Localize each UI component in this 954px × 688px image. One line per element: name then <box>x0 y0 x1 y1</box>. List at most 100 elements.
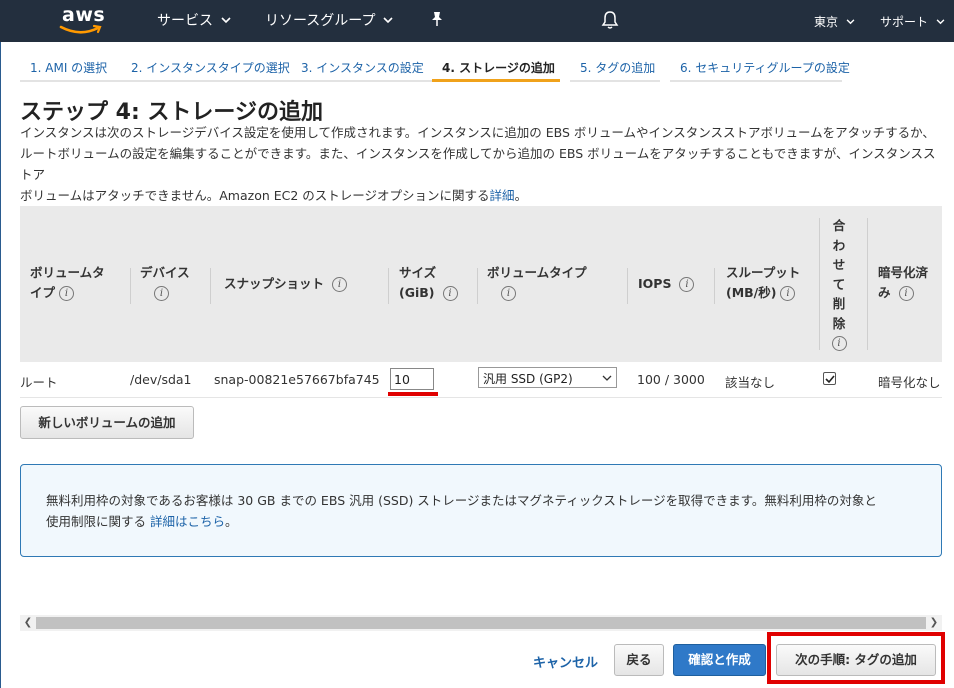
header-text: サイズ <box>399 265 437 280</box>
tab-choose-instance-type[interactable]: 2. インスタンスタイプの選択 <box>121 56 291 82</box>
chevron-down-icon <box>602 375 612 381</box>
header-text: み <box>878 285 891 300</box>
scrollbar-thumb[interactable] <box>36 617 926 629</box>
support-label: サポート <box>880 15 929 29</box>
chevron-down-icon <box>221 16 231 23</box>
info-icon[interactable]: i <box>154 286 169 301</box>
header-snapshot: スナップショット i <box>224 274 348 294</box>
volume-type-selected: 汎用 SSD (GP2) <box>483 372 573 386</box>
checkmark-icon <box>825 375 835 384</box>
region-label: 東京 <box>814 15 839 29</box>
header-text: スループット <box>726 265 801 280</box>
cell-volume-type: ルート <box>20 375 58 390</box>
info-icon[interactable]: i <box>780 286 796 301</box>
header-text: ボリュームタ <box>30 265 105 280</box>
aws-logo[interactable]: aws <box>58 4 108 38</box>
header-text: て <box>832 276 846 292</box>
cell-encryption: 暗号化なし <box>878 375 941 390</box>
size-highlight-underline <box>388 392 438 396</box>
storage-table: ボリュームタ イプ i デバイス i スナップショット i サイズ (GiB) i ボ… <box>20 206 942 398</box>
cancel-link[interactable]: キャンセル <box>533 652 598 671</box>
free-tier-info-text: 無料利用枠の対象であるお客様は 30 GB までの EBS 汎用 (SSD) ス… <box>46 490 926 532</box>
column-divider <box>130 268 131 304</box>
cell-iops: 100 / 3000 <box>637 372 705 387</box>
column-divider <box>477 268 478 304</box>
next-button-highlight-box <box>767 632 945 684</box>
bell-icon[interactable] <box>601 10 619 30</box>
services-label: サービス <box>157 13 213 29</box>
header-throughput: スループット (MB/秒) i <box>726 263 800 303</box>
column-divider <box>714 268 715 304</box>
services-menu[interactable]: サービス <box>157 10 231 30</box>
storage-options-link[interactable]: 詳細 <box>490 188 515 203</box>
description-end: 。 <box>514 188 528 203</box>
header-text: 削 <box>832 296 846 311</box>
top-navigation-bar: aws サービス リソースグループ 東京 サポート <box>0 0 954 42</box>
free-tier-info-box: 無料利用枠の対象であるお客様は 30 GB までの EBS 汎用 (SSD) ス… <box>20 464 942 557</box>
add-volume-button[interactable]: 新しいボリュームの追加 <box>20 406 194 439</box>
column-divider <box>210 268 211 304</box>
cell-device: /dev/sda1 <box>130 372 192 387</box>
tab-configure-instance[interactable]: 3. インスタンスの設定 <box>291 56 432 82</box>
header-text: わ <box>832 237 846 253</box>
tab-add-tags[interactable]: 5. タグの追加 <box>570 56 660 82</box>
header-text: 除 <box>832 315 846 331</box>
header-size: サイズ (GiB) i <box>399 263 458 303</box>
learn-more-link[interactable]: 詳細はこちら <box>150 514 225 529</box>
tab-add-storage[interactable]: 4. ストレージの追加 <box>432 56 560 82</box>
info-icon[interactable]: i <box>831 336 847 351</box>
resource-groups-menu[interactable]: リソースグループ <box>265 10 394 30</box>
cell-throughput: 該当なし <box>725 375 776 390</box>
header-text: せ <box>832 257 846 272</box>
header-volume-kind: ボリュームタイプ i <box>487 263 587 303</box>
info-text: 使用制限に関する <box>46 514 147 529</box>
support-menu[interactable]: サポート <box>880 13 945 30</box>
column-divider <box>819 218 820 350</box>
tab-choose-ami[interactable]: 1. AMI の選択 <box>20 56 121 82</box>
chevron-down-icon <box>936 18 945 24</box>
info-text: 無料利用枠の対象であるお客様は 30 GB までの EBS 汎用 (SSD) ス… <box>46 493 877 508</box>
back-button[interactable]: 戻る <box>614 644 664 676</box>
page-description: インスタンスは次のストレージデバイス設定を使用して作成されます。インスタンスに追… <box>20 122 945 206</box>
description-line: インスタンスは次のストレージデバイス設定を使用して作成されます。インスタンスに追… <box>20 125 935 140</box>
info-text-end: 。 <box>225 514 238 529</box>
column-divider <box>388 268 389 304</box>
table-header: ボリュームタ イプ i デバイス i スナップショット i サイズ (GiB) i ボ… <box>20 206 942 362</box>
header-encryption: 暗号化済 みi <box>878 263 928 303</box>
header-text: スナップショット <box>224 276 325 291</box>
scroll-left-icon[interactable]: ❮ <box>20 615 36 631</box>
table-row: ルート /dev/sda1 snap-00821e57667bfa745 汎用 … <box>20 362 942 398</box>
info-icon[interactable]: i <box>332 277 348 292</box>
column-divider <box>627 268 628 304</box>
horizontal-scrollbar[interactable]: ❮ ❯ <box>20 615 942 631</box>
header-text: デバイス <box>140 265 190 280</box>
region-menu[interactable]: 東京 <box>814 13 855 30</box>
size-input[interactable] <box>390 368 434 390</box>
header-text: IOPS <box>638 276 672 291</box>
chevron-down-icon <box>846 18 855 24</box>
aws-logo-text: aws <box>62 4 106 26</box>
description-line: ルートボリュームの設定を編集することができます。また、インスタンスを作成してから… <box>20 146 936 182</box>
column-divider <box>867 218 868 350</box>
info-icon[interactable]: i <box>898 286 914 301</box>
info-icon[interactable]: i <box>501 286 516 301</box>
info-icon[interactable]: i <box>59 286 75 301</box>
chevron-down-icon <box>383 16 394 23</box>
description-line: ボリュームはアタッチできません。Amazon EC2 のストレージオプションに関… <box>20 185 945 206</box>
header-text: (MB/秒) <box>726 285 777 300</box>
left-border <box>0 42 1 688</box>
description-text: ボリュームはアタッチできません。Amazon EC2 のストレージオプションに関… <box>20 188 490 203</box>
info-icon[interactable]: i <box>679 277 695 292</box>
header-delete-on-termination: 合 わ せ て 削 除 i <box>829 216 849 353</box>
aws-smile-icon <box>59 24 102 34</box>
scroll-right-icon[interactable]: ❯ <box>926 615 942 631</box>
resource-groups-label: リソースグループ <box>265 13 376 29</box>
header-text: ボリュームタイプ <box>487 265 587 280</box>
info-icon[interactable]: i <box>442 286 458 301</box>
volume-type-select[interactable]: 汎用 SSD (GP2) <box>478 367 617 388</box>
delete-on-termination-checkbox[interactable] <box>823 372 836 385</box>
review-and-launch-button[interactable]: 確認と作成 <box>673 644 766 676</box>
header-iops: IOPS i <box>638 274 695 294</box>
pin-icon[interactable] <box>430 11 444 27</box>
tab-configure-security-group[interactable]: 6. セキュリティグループの設定 <box>670 56 850 82</box>
